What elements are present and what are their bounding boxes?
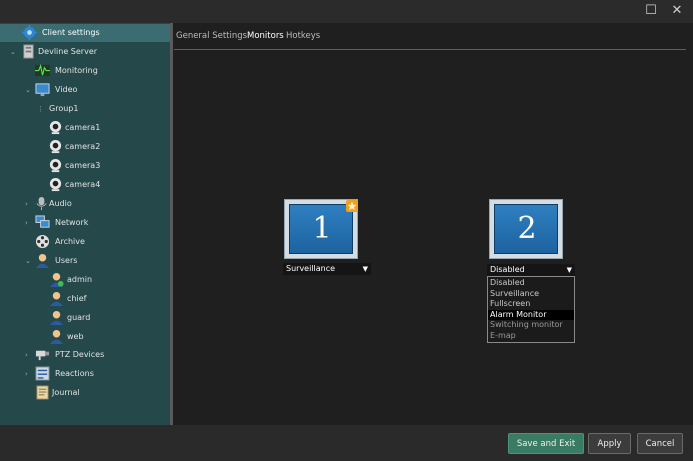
sidebar-item-web[interactable]: web [0,328,170,346]
tab-monitors[interactable]: Monitors [247,31,284,41]
user-icon [49,310,64,325]
waveform-icon [35,63,50,77]
sidebar-item-label: guard [67,313,91,322]
sidebar-item-client-settings[interactable]: Client settings [0,24,170,42]
monitor-screen: 1 [289,204,353,254]
webcam-icon [49,120,62,135]
user-icon [49,291,64,306]
sidebar-item-label: Network [55,218,89,227]
sidebar-item-label: Devline Server [38,47,98,56]
collapse-icon[interactable]: ⌄ [10,43,16,61]
monitor-1[interactable]: 1 [284,199,358,259]
apply-button[interactable]: Apply [588,433,631,454]
sidebar-item-video[interactable]: ⌄ Video [0,81,170,99]
sidebar-item-chief[interactable]: chief [0,290,170,308]
cancel-button[interactable]: Cancel [637,433,683,454]
expand-icon[interactable]: › [25,346,28,364]
dropdown-option-alarm-monitor[interactable]: Alarm Monitor [488,309,574,320]
sidebar-item-label: Journal [52,388,80,397]
sidebar-item-label: Group1 [49,104,79,113]
sidebar-item-label: Reactions [55,369,94,378]
sidebar-item-journal[interactable]: Journal [0,384,170,402]
sidebar-item-guard[interactable]: guard [0,309,170,327]
sidebar-item-camera3[interactable]: camera3 [0,157,170,175]
close-icon[interactable]: ✕ [668,3,686,19]
sidebar-item-label: chief [67,294,87,303]
webcam-icon [49,177,62,192]
expand-icon[interactable]: › [25,195,28,213]
sidebar-item-users[interactable]: ⌄ Users [0,252,170,270]
monitor-2-mode-value: Disabled [490,265,525,274]
tab-hotkeys[interactable]: Hotkeys [286,31,320,41]
sidebar-item-label: camera1 [65,123,101,132]
chevron-down-icon: ▼ [362,265,368,273]
sidebar-item-label: Audio [49,199,72,208]
monitor-2-mode-dropdown: Disabled Surveillance Fullscreen Alarm M… [487,276,575,343]
collapse-icon[interactable]: ⌄ [25,81,31,99]
sidebar-item-label: Monitoring [55,66,98,75]
monitor-2[interactable]: 2 [489,199,563,259]
monitor-1-mode-select[interactable]: Surveillance ▼ [283,263,371,275]
network-icon [35,215,50,228]
sidebar-item-label: camera4 [65,180,101,189]
gear-icon [22,25,37,40]
monitor-number: 1 [312,211,332,246]
sidebar-item-label: camera3 [65,161,101,170]
sidebar-item-label: admin [67,275,93,284]
tab-divider [174,49,686,50]
primary-star-icon [346,200,358,212]
dropdown-option-e-map[interactable]: E-map [488,331,574,342]
film-reel-icon [35,234,50,249]
monitor-screen: 2 [494,204,558,254]
sidebar-item-label: Archive [55,237,85,246]
chevron-down-icon: ▼ [566,266,572,274]
server-icon [23,44,34,59]
monitor-number: 2 [517,211,537,246]
user-icon [49,329,64,344]
ptz-camera-icon [35,350,50,361]
dropdown-option-disabled[interactable]: Disabled [488,278,574,289]
expand-icon[interactable]: › [25,214,28,232]
sidebar-item-camera4[interactable]: camera4 [0,176,170,194]
sidebar-item-label: Video [55,85,78,94]
sidebar-item-camera1[interactable]: camera1 [0,119,170,137]
admin-user-icon [49,272,64,287]
sidebar-item-devline-server[interactable]: ⌄ Devline Server [0,43,170,61]
collapse-icon[interactable]: ⋮ [37,100,44,118]
webcam-icon [49,139,62,154]
sidebar-item-ptz-devices[interactable]: › PTZ Devices [0,346,170,364]
sidebar-item-label: Client settings [42,28,100,37]
sidebar-item-reactions[interactable]: › Reactions [0,365,170,383]
sidebar-item-audio[interactable]: › Audio [0,195,170,213]
save-and-exit-button[interactable]: Save and Exit [508,433,584,454]
journal-icon [36,385,49,400]
tab-general-settings[interactable]: General Settings [176,31,247,41]
expand-icon[interactable]: › [25,365,28,383]
monitor-icon [35,83,50,97]
sidebar-item-label: camera2 [65,142,101,151]
webcam-icon [49,158,62,173]
sidebar-splitter[interactable] [170,23,173,425]
sidebar-item-label: PTZ Devices [55,350,105,359]
maximize-icon[interactable]: ☐ [642,3,660,19]
dropdown-option-surveillance[interactable]: Surveillance [488,289,574,300]
sidebar-item-admin[interactable]: admin [0,271,170,289]
monitor-2-mode-select[interactable]: Disabled ▼ [487,264,575,276]
sidebar-item-monitoring[interactable]: Monitoring [0,62,170,80]
sidebar-item-archive[interactable]: Archive [0,233,170,251]
title-bar: ☐ ✕ [0,0,693,23]
user-icon [35,253,50,268]
sidebar-item-camera2[interactable]: camera2 [0,138,170,156]
collapse-icon[interactable]: ⌄ [25,252,31,270]
monitor-1-mode-value: Surveillance [286,264,336,273]
sidebar-item-group1[interactable]: ⋮ Group1 [0,100,170,118]
dropdown-option-switching-monitor[interactable]: Switching monitor [488,320,574,331]
microphone-icon [36,196,47,211]
sidebar-item-label: web [67,332,84,341]
sidebar-item-network[interactable]: › Network [0,214,170,232]
dropdown-option-fullscreen[interactable]: Fullscreen [488,299,574,310]
reactions-icon [35,366,50,381]
sidebar-item-label: Users [55,256,78,265]
